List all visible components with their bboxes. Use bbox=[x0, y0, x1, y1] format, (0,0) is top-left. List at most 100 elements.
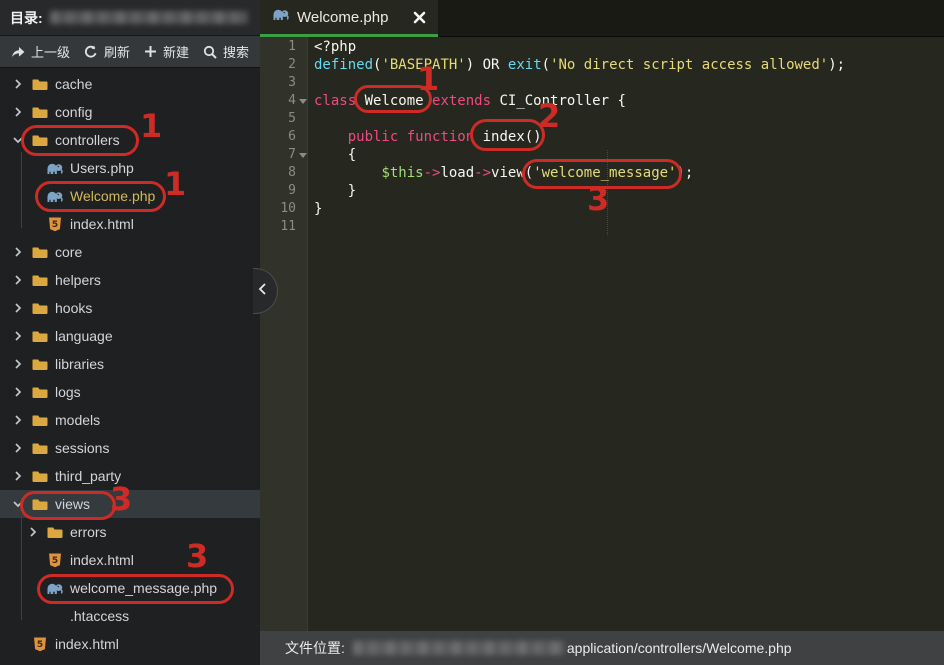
refresh-button[interactable]: 刷新 bbox=[84, 42, 130, 61]
code-line-1: <?php bbox=[314, 38, 356, 56]
tree-item-sessions[interactable]: sessions bbox=[0, 434, 260, 462]
file-manager-editor-window: 目录: 上一级 刷新 新建 搜索 cache config controllers U… bbox=[0, 0, 944, 665]
chevron-right-icon[interactable] bbox=[27, 526, 39, 538]
tree-item-cache[interactable]: cache bbox=[0, 70, 260, 98]
tree-item-label: errors bbox=[70, 524, 107, 540]
line-number: 4 bbox=[260, 92, 308, 110]
no-icon bbox=[46, 608, 63, 624]
editor-pane: Welcome.php 1234567891011 <?phpdefined('… bbox=[260, 0, 944, 665]
line-number: 6 bbox=[260, 128, 308, 146]
code-line-2: defined('BASEPATH') OR exit('No direct s… bbox=[314, 56, 845, 74]
tree-item-htaccess[interactable]: .htaccess bbox=[0, 602, 260, 630]
tree-item-helpers[interactable]: helpers bbox=[0, 266, 260, 294]
folder-icon bbox=[31, 440, 48, 456]
chevron-spacer bbox=[27, 554, 39, 566]
chevron-left-icon bbox=[258, 282, 267, 301]
chevron-down-icon[interactable] bbox=[12, 134, 24, 146]
code-line-7: { bbox=[314, 146, 356, 164]
tree-item-label: helpers bbox=[55, 272, 101, 288]
tree-item-welcome-message-php[interactable]: welcome_message.php bbox=[0, 574, 260, 602]
chevron-right-icon[interactable] bbox=[12, 470, 24, 482]
search-button[interactable]: 搜索 bbox=[203, 42, 249, 61]
chevron-right-icon[interactable] bbox=[12, 302, 24, 314]
folder-icon bbox=[31, 76, 48, 92]
chevron-spacer bbox=[27, 190, 39, 202]
tree-item-logs[interactable]: logs bbox=[0, 378, 260, 406]
new-button[interactable]: 新建 bbox=[144, 42, 189, 61]
tree-item-users-php[interactable]: Users.php bbox=[0, 154, 260, 182]
tree-item-core[interactable]: core bbox=[0, 238, 260, 266]
tree-item-models[interactable]: models bbox=[0, 406, 260, 434]
folder-icon bbox=[31, 244, 48, 260]
tree-item-libraries[interactable]: libraries bbox=[0, 350, 260, 378]
folder-icon bbox=[31, 328, 48, 344]
indent-guide bbox=[607, 150, 608, 235]
tree-item-config[interactable]: config bbox=[0, 98, 260, 126]
tree-item-label: cache bbox=[55, 76, 92, 92]
fold-arrow-icon[interactable] bbox=[299, 153, 307, 158]
tree-item-label: logs bbox=[55, 384, 81, 400]
tree-item-index-html[interactable]: 5index.html bbox=[0, 546, 260, 574]
chevron-right-icon[interactable] bbox=[12, 442, 24, 454]
tree-item-label: index.html bbox=[55, 636, 119, 652]
html5-icon: 5 bbox=[46, 216, 63, 232]
tree-item-errors[interactable]: errors bbox=[0, 518, 260, 546]
tree-item-third-party[interactable]: third_party bbox=[0, 462, 260, 490]
chevron-spacer bbox=[27, 218, 39, 230]
chevron-right-icon[interactable] bbox=[12, 386, 24, 398]
chevron-down-icon[interactable] bbox=[12, 498, 24, 510]
code-line-6: public function index() bbox=[314, 128, 542, 146]
tree-item-index-html[interactable]: 5index.html bbox=[0, 210, 260, 238]
tree-item-hooks[interactable]: hooks bbox=[0, 294, 260, 322]
tree-item-language[interactable]: language bbox=[0, 322, 260, 350]
folder-icon bbox=[31, 300, 48, 316]
chevron-right-icon[interactable] bbox=[12, 330, 24, 342]
php-icon bbox=[272, 8, 289, 26]
html5-icon: 5 bbox=[46, 552, 63, 568]
tab-welcome-php[interactable]: Welcome.php bbox=[260, 0, 438, 37]
tree-item-label: config bbox=[55, 104, 92, 120]
code-line-4: class Welcome extends CI_Controller { bbox=[314, 92, 626, 110]
chevron-right-icon[interactable] bbox=[12, 78, 24, 90]
tab-label: Welcome.php bbox=[297, 9, 388, 26]
folder-icon bbox=[31, 356, 48, 372]
tree-item-welcome-php[interactable]: Welcome.php bbox=[0, 182, 260, 210]
fold-arrow-icon[interactable] bbox=[299, 99, 307, 104]
redacted-directory-path bbox=[50, 11, 248, 24]
up-level-button[interactable]: 上一级 bbox=[11, 42, 70, 61]
chevron-right-icon[interactable] bbox=[12, 414, 24, 426]
tree-item-label: welcome_message.php bbox=[70, 580, 217, 596]
tree-item-label: Users.php bbox=[70, 160, 134, 176]
folder-icon bbox=[31, 384, 48, 400]
folder-icon bbox=[31, 272, 48, 288]
chevron-right-icon[interactable] bbox=[12, 274, 24, 286]
code-editor[interactable]: 1234567891011 <?phpdefined('BASEPATH') O… bbox=[260, 37, 944, 631]
file-tree: cache config controllers Users.php Welcome.p… bbox=[0, 70, 260, 658]
line-number: 5 bbox=[260, 110, 308, 128]
line-number: 1 bbox=[260, 38, 308, 56]
line-number: 9 bbox=[260, 182, 308, 200]
tree-item-label: language bbox=[55, 328, 113, 344]
chevron-right-icon[interactable] bbox=[12, 358, 24, 370]
folder-icon bbox=[31, 468, 48, 484]
chevron-right-icon[interactable] bbox=[12, 106, 24, 118]
line-number: 10 bbox=[260, 200, 308, 218]
tree-item-views[interactable]: views bbox=[0, 490, 260, 518]
tree-item-label: sessions bbox=[55, 440, 109, 456]
close-icon[interactable] bbox=[413, 11, 426, 24]
php-icon bbox=[46, 160, 63, 176]
tree-item-label: views bbox=[55, 496, 90, 512]
search-label: 搜索 bbox=[223, 42, 249, 61]
php-icon bbox=[46, 580, 63, 596]
gutter: 1234567891011 bbox=[260, 37, 308, 631]
tree-item-controllers[interactable]: controllers bbox=[0, 126, 260, 154]
php-icon bbox=[46, 188, 63, 204]
folder-icon bbox=[31, 132, 48, 148]
tree-item-label: Welcome.php bbox=[70, 188, 155, 204]
directory-header: 目录: bbox=[0, 0, 260, 36]
chevron-right-icon[interactable] bbox=[12, 246, 24, 258]
tree-item-index-html[interactable]: 5index.html bbox=[0, 630, 260, 658]
tab-bar: Welcome.php bbox=[260, 0, 944, 37]
line-number: 11 bbox=[260, 218, 308, 236]
chevron-spacer bbox=[27, 610, 39, 622]
